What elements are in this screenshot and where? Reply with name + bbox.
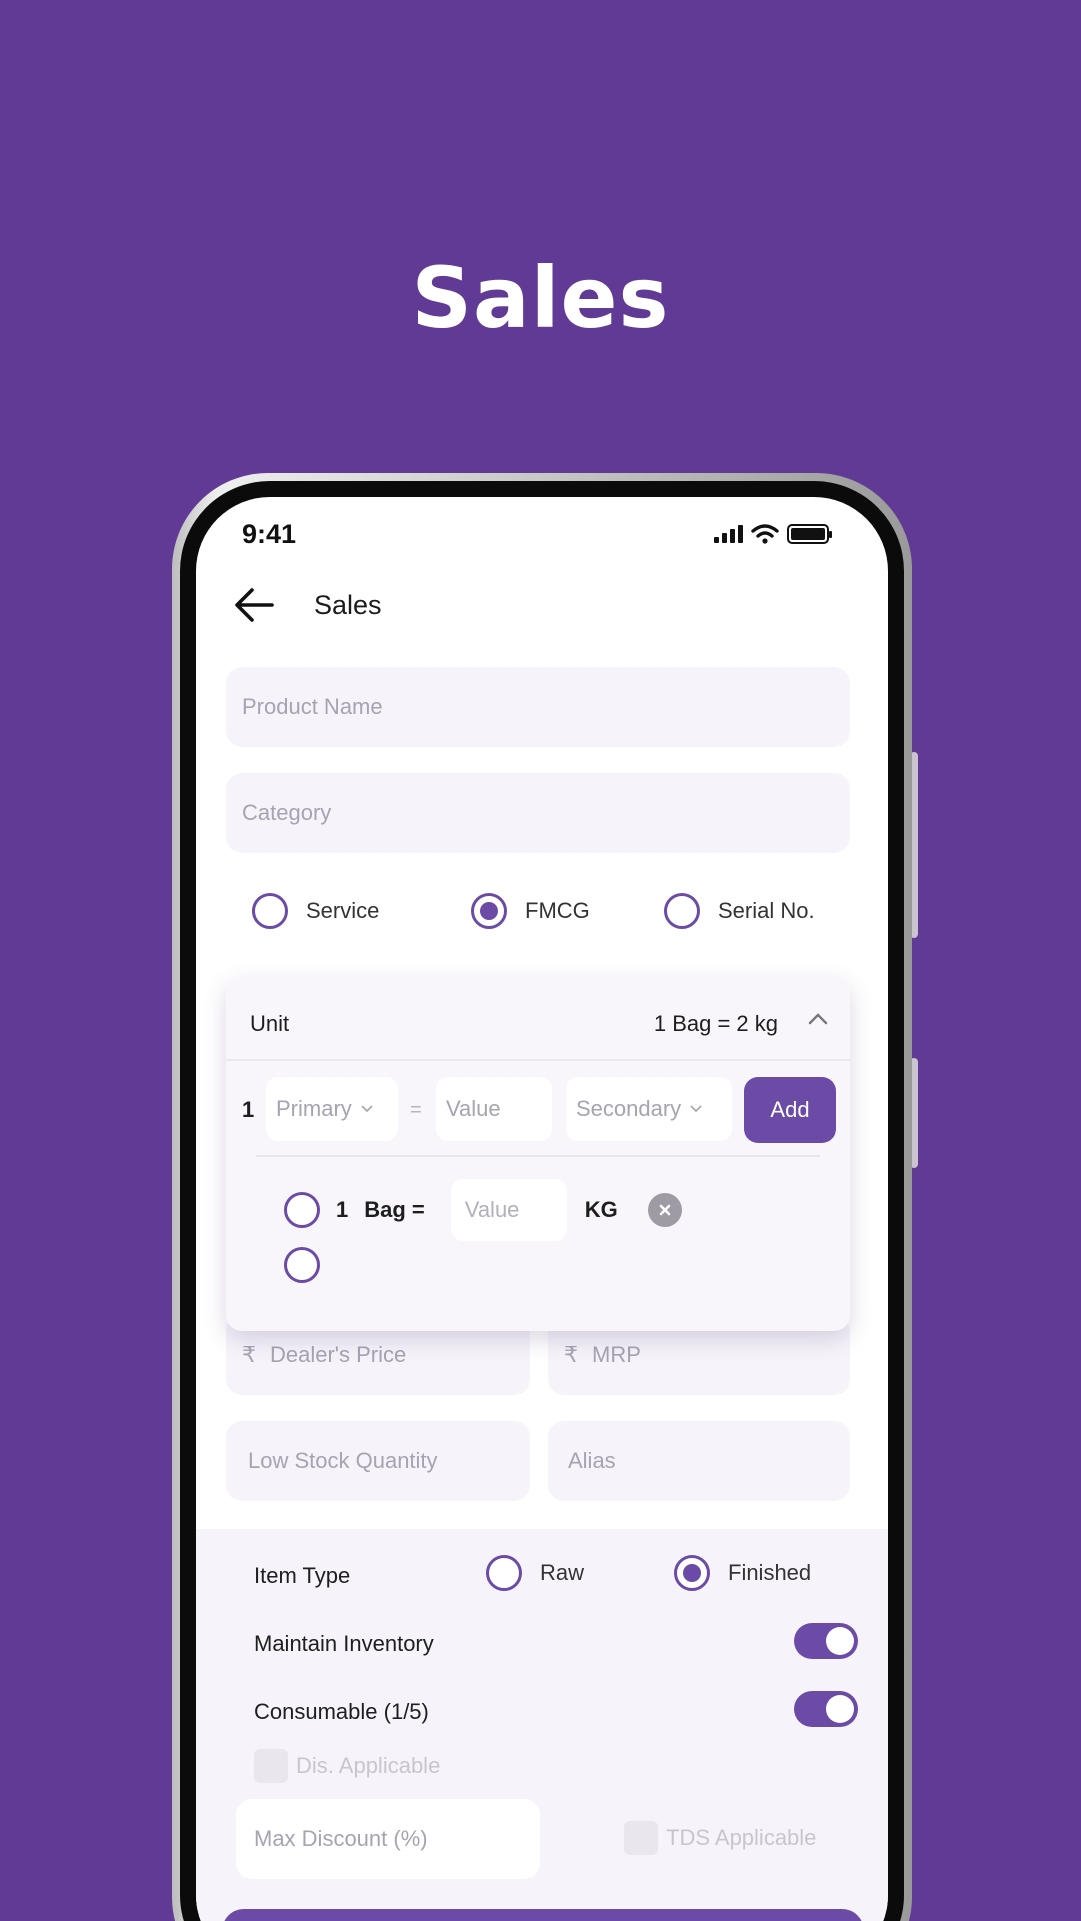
app-title: Sales xyxy=(314,589,382,620)
rupee-icon: ₹ xyxy=(242,1342,256,1367)
radio-service[interactable]: Service xyxy=(252,893,379,929)
maintain-inventory-toggle[interactable] xyxy=(794,1623,858,1659)
radio-button[interactable] xyxy=(486,1555,522,1591)
radio-button[interactable] xyxy=(284,1247,320,1283)
wifi-icon xyxy=(751,524,779,544)
radio-button[interactable] xyxy=(252,893,288,929)
equals-sign: = xyxy=(410,1099,422,1121)
rupee-icon: ₹ xyxy=(564,1342,578,1367)
secondary-unit-placeholder: Secondary xyxy=(576,1096,682,1121)
unit-dropdown-panel: Unit 1 Bag = 2 kg 1 Primary = Value Seco… xyxy=(226,977,850,1331)
radio-button[interactable] xyxy=(664,893,700,929)
battery-icon xyxy=(787,524,832,544)
radio-label: Service xyxy=(306,898,380,923)
remove-icon[interactable] xyxy=(647,1193,682,1227)
low-stock-placeholder: Low Stock Quantity xyxy=(248,1448,438,1473)
max-discount-input[interactable]: Max Discount (%) xyxy=(236,1799,540,1879)
maintain-inventory-label: Maintain Inventory xyxy=(254,1631,434,1656)
unit-summary: 1 Bag = 2 kg xyxy=(653,1011,778,1036)
consumable-label: Consumable (1/5) xyxy=(254,1699,429,1724)
divider xyxy=(256,1155,820,1157)
tds-applicable-row[interactable]: TDS Applicable xyxy=(624,1821,816,1855)
dis-applicable-row[interactable]: Dis. Applicable xyxy=(254,1749,440,1783)
radio-button[interactable] xyxy=(284,1192,320,1228)
radio-serial-no[interactable]: Serial No. xyxy=(664,893,815,929)
row-target-unit: KG xyxy=(584,1197,618,1222)
primary-unit-placeholder: Primary xyxy=(276,1096,352,1121)
app-bar: Sales xyxy=(232,585,382,625)
unit-label: Unit xyxy=(250,1011,290,1036)
arrow-left-icon[interactable] xyxy=(232,585,276,625)
radio-label: Serial No. xyxy=(718,898,815,923)
row-unit-text: Bag = xyxy=(364,1197,425,1222)
phone-screen: 9:41 Sales Product Name Category Service… xyxy=(196,497,888,1921)
radio-button-selected[interactable] xyxy=(674,1555,710,1591)
low-stock-quantity-input[interactable]: Low Stock Quantity xyxy=(226,1421,530,1501)
unit-conversion-row: 1 Bag = Value KG xyxy=(284,1179,682,1241)
consumable-toggle[interactable] xyxy=(794,1691,858,1727)
mrp-placeholder: MRP xyxy=(592,1342,641,1367)
phone-frame: 9:41 Sales Product Name Category Service… xyxy=(172,473,912,1921)
chevron-down-icon xyxy=(361,1105,373,1113)
conversion-value-placeholder: Value xyxy=(446,1096,501,1121)
category-input[interactable]: Category xyxy=(226,773,850,853)
close-icon xyxy=(659,1204,671,1216)
alias-placeholder: Alias xyxy=(568,1448,616,1473)
dealer-price-placeholder: Dealer's Price xyxy=(270,1342,407,1367)
primary-unit-select[interactable]: Primary xyxy=(266,1077,398,1141)
status-time: 9:41 xyxy=(242,519,297,549)
radio-finished[interactable]: Finished xyxy=(674,1555,811,1591)
chevron-down-icon xyxy=(690,1105,702,1113)
product-name-input[interactable]: Product Name xyxy=(226,667,850,747)
page-heading: Sales xyxy=(411,249,670,347)
secondary-unit-select[interactable]: Secondary xyxy=(566,1077,732,1141)
bottom-action-button[interactable] xyxy=(222,1909,864,1921)
row-value-input[interactable]: Value xyxy=(450,1179,567,1241)
add-unit-button[interactable]: Add xyxy=(744,1077,836,1143)
tds-applicable-label: TDS Applicable xyxy=(666,1825,817,1850)
signal-icon xyxy=(714,525,743,543)
chevron-up-icon[interactable] xyxy=(806,1007,830,1031)
alias-input[interactable]: Alias xyxy=(548,1421,850,1501)
radio-raw[interactable]: Raw xyxy=(486,1555,584,1591)
radio-button-selected[interactable] xyxy=(471,893,507,929)
radio-label: Raw xyxy=(540,1560,585,1585)
dis-applicable-label: Dis. Applicable xyxy=(296,1753,441,1778)
divider xyxy=(226,1059,850,1061)
product-name-placeholder: Product Name xyxy=(242,694,383,719)
row-quantity: 1 xyxy=(336,1197,349,1222)
radio-fmcg[interactable]: FMCG xyxy=(471,893,590,929)
max-discount-placeholder: Max Discount (%) xyxy=(254,1826,428,1851)
item-type-label: Item Type xyxy=(254,1563,351,1588)
conversion-value-input[interactable]: Value xyxy=(436,1077,552,1141)
category-placeholder: Category xyxy=(242,800,332,825)
conversion-quantity: 1 xyxy=(242,1097,255,1122)
status-icons xyxy=(714,524,832,544)
phone-bezel: 9:41 Sales Product Name Category Service… xyxy=(180,481,904,1921)
row-value-placeholder: Value xyxy=(464,1197,520,1222)
tds-applicable-checkbox[interactable] xyxy=(624,1821,658,1855)
radio-label: FMCG xyxy=(525,898,590,923)
dis-applicable-checkbox[interactable] xyxy=(254,1749,288,1783)
radio-label: Finished xyxy=(728,1560,812,1585)
